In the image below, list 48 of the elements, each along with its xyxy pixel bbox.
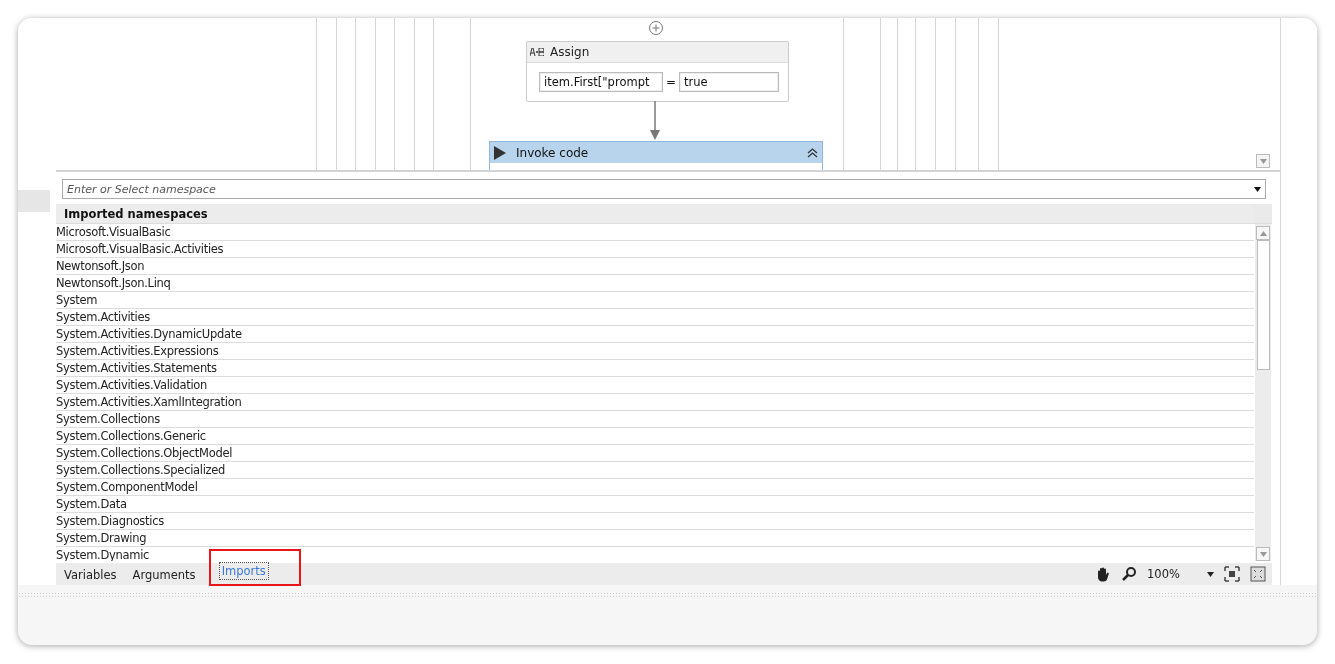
collapse-icon[interactable] xyxy=(807,147,818,158)
play-icon xyxy=(494,145,506,160)
namespace-row[interactable]: System.Collections.ObjectModel xyxy=(56,445,1254,462)
activity-title: Assign xyxy=(550,45,590,59)
namespace-row[interactable]: System.Activities.Expressions xyxy=(56,343,1254,360)
assign-icon xyxy=(530,48,544,56)
namespace-row[interactable]: System.Collections.Generic xyxy=(56,428,1254,445)
scroll-down-button[interactable] xyxy=(1256,154,1270,168)
dropdown-icon[interactable] xyxy=(1207,571,1214,577)
namespace-row[interactable]: System.Activities.Statements xyxy=(56,360,1254,377)
namespace-row[interactable]: System.Activities.XamlIntegration xyxy=(56,394,1254,411)
namespace-row[interactable]: Microsoft.VisualBasic.Activities xyxy=(56,241,1254,258)
namespace-row[interactable]: System.Collections xyxy=(56,411,1254,428)
assign-activity[interactable]: Assign item.First["prompt = true xyxy=(526,41,789,102)
namespace-row[interactable]: Newtonsoft.Json.Linq xyxy=(56,275,1254,292)
namespace-row[interactable]: Newtonsoft.Json xyxy=(56,258,1254,275)
zoom-level[interactable]: 100% xyxy=(1147,567,1197,581)
namespace-row[interactable]: System.Drawing xyxy=(56,530,1254,547)
namespace-row[interactable]: System.Collections.Specialized xyxy=(56,462,1254,479)
connector-arrow xyxy=(650,101,660,141)
caret-down-icon xyxy=(1259,158,1267,164)
search-icon[interactable] xyxy=(1121,566,1137,582)
namespace-row[interactable]: System.Activities.DynamicUpdate xyxy=(56,326,1254,343)
panel-tab[interactable]: Imports xyxy=(218,561,269,580)
fit-screen-icon[interactable] xyxy=(1224,566,1240,582)
caret-down-icon[interactable] xyxy=(1259,551,1267,557)
assign-to-field[interactable]: item.First["prompt xyxy=(539,72,663,92)
namespace-row[interactable]: System xyxy=(56,292,1254,309)
hand-icon[interactable] xyxy=(1095,566,1111,582)
namespace-row[interactable]: Microsoft.VisualBasic xyxy=(56,224,1254,241)
panel-tab[interactable]: Variables xyxy=(61,566,120,584)
scrollbar[interactable] xyxy=(1255,224,1271,561)
namespace-row[interactable]: System.Activities xyxy=(56,309,1254,326)
overview-icon[interactable] xyxy=(1250,566,1266,582)
activity-title: Invoke code xyxy=(516,145,590,160)
assign-value-field[interactable]: true xyxy=(679,72,780,92)
dropdown-icon[interactable] xyxy=(1254,186,1261,192)
namespace-row[interactable]: System.Activities.Validation xyxy=(56,377,1254,394)
add-icon[interactable] xyxy=(648,20,664,36)
namespace-combo-box[interactable]: Enter or Select namespace xyxy=(62,179,1266,199)
invoke-code-activity[interactable]: Invoke code xyxy=(489,141,823,170)
panel-tab[interactable]: Arguments xyxy=(129,566,199,584)
column-header: Imported namespaces xyxy=(63,205,209,223)
assign-operator: = xyxy=(666,75,677,89)
namespace-row[interactable]: System.Data xyxy=(56,496,1254,513)
namespace-row[interactable]: System.ComponentModel xyxy=(56,479,1254,496)
caret-up-icon[interactable] xyxy=(1259,230,1267,236)
namespace-row[interactable]: System.Diagnostics xyxy=(56,513,1254,530)
